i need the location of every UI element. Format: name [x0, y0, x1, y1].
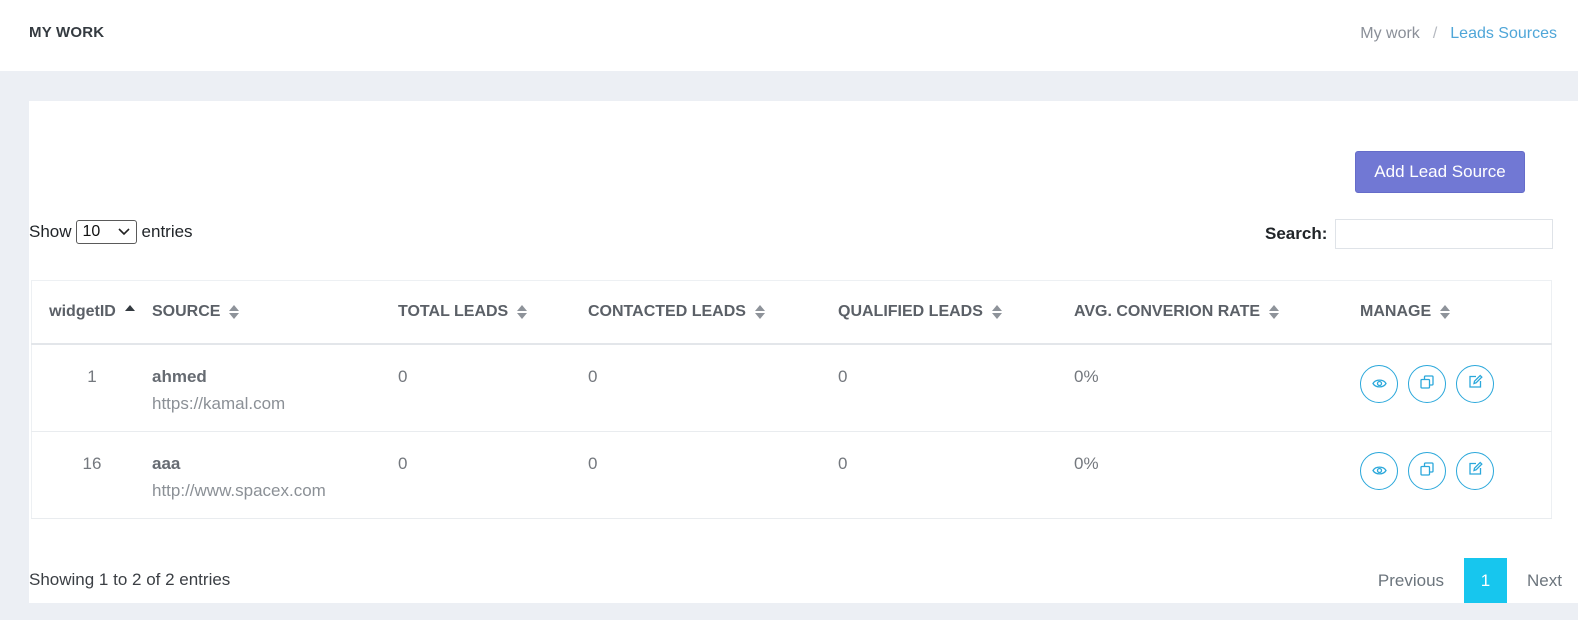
show-label: Show: [29, 222, 72, 241]
edit-icon: [1468, 461, 1483, 481]
sort-ascending-icon: [124, 304, 135, 320]
row-actions: [1360, 432, 1551, 490]
pagination-next[interactable]: Next: [1511, 571, 1578, 591]
cell-source: ahmed https://kamal.com: [152, 344, 398, 432]
cell-qualified-leads: 0: [838, 431, 1074, 519]
column-label: QUALIFIED LEADS: [838, 303, 983, 320]
add-lead-source-button[interactable]: Add Lead Source: [1355, 151, 1525, 193]
breadcrumb-my-work[interactable]: My work: [1360, 25, 1420, 43]
column-label: SOURCE: [152, 303, 221, 320]
cell-source: aaa http://www.spacex.com: [152, 431, 398, 519]
source-url: https://kamal.com: [152, 394, 286, 413]
qualified-leads-value: 0: [838, 367, 848, 386]
conversion-rate-value: 0%: [1074, 454, 1099, 473]
view-button[interactable]: [1360, 365, 1398, 403]
copy-button[interactable]: [1408, 365, 1446, 403]
lead-sources-card: Add Lead Source Show 10 entries Search: …: [29, 101, 1578, 603]
edit-icon: [1468, 374, 1483, 394]
pagination-page-1[interactable]: 1: [1464, 558, 1508, 603]
source-url: http://www.spacex.com: [152, 481, 326, 500]
cell-total-leads: 0: [398, 431, 588, 519]
total-leads-value: 0: [398, 454, 408, 473]
table-info: Showing 1 to 2 of 2 entries: [29, 570, 231, 589]
cell-contacted-leads: 0: [588, 344, 838, 432]
total-leads-value: 0: [398, 367, 408, 386]
contacted-leads-value: 0: [588, 367, 598, 386]
edit-button[interactable]: [1456, 452, 1494, 490]
eye-icon: [1371, 461, 1387, 481]
contacted-leads-value: 0: [588, 454, 598, 473]
column-header-source[interactable]: SOURCE: [152, 280, 398, 345]
breadcrumb: My work / Leads Sources: [1360, 25, 1557, 43]
cell-manage: [1360, 431, 1552, 519]
entries-select-value: 10: [82, 223, 101, 240]
column-header-avg-conversion-rate[interactable]: AVG. CONVERION RATE: [1074, 280, 1360, 345]
cell-conversion-rate: 0%: [1074, 344, 1360, 432]
cell-qualified-leads: 0: [838, 344, 1074, 432]
left-gutter: [0, 71, 29, 620]
column-label: TOTAL LEADS: [398, 303, 509, 320]
page-title: MY WORK: [29, 24, 105, 41]
column-header-contacted-leads[interactable]: CONTACTED LEADS: [588, 280, 838, 345]
column-label: widgetID: [49, 303, 116, 320]
edit-button[interactable]: [1456, 365, 1494, 403]
column-header-qualified-leads[interactable]: QUALIFIED LEADS: [838, 280, 1074, 345]
view-button[interactable]: [1360, 452, 1398, 490]
cell-conversion-rate: 0%: [1074, 431, 1360, 519]
pagination: Previous 1 Next: [1362, 558, 1578, 603]
column-label: MANAGE: [1360, 303, 1432, 320]
cell-widget-id: 1: [31, 344, 152, 432]
entries-select[interactable]: 10: [75, 220, 137, 244]
sort-icon: [1269, 304, 1280, 320]
qualified-leads-value: 0: [838, 454, 848, 473]
table-header-row: widgetID SOURCE TOTAL LEADS CONTACTED LE…: [31, 280, 1552, 345]
copy-icon: [1420, 374, 1434, 394]
entries-length-control: Show 10 entries: [29, 220, 193, 244]
row-actions: [1360, 345, 1551, 403]
breadcrumb-separator: /: [1432, 25, 1438, 42]
lead-sources-table: widgetID SOURCE TOTAL LEADS CONTACTED LE…: [31, 280, 1552, 519]
column-label: CONTACTED LEADS: [588, 303, 746, 320]
breadcrumb-leads-sources: Leads Sources: [1450, 25, 1557, 42]
source-name: ahmed: [152, 367, 207, 386]
entries-label: entries: [141, 222, 193, 241]
cell-total-leads: 0: [398, 344, 588, 432]
cell-contacted-leads: 0: [588, 431, 838, 519]
top-bar: MY WORK My work / Leads Sources: [0, 0, 1578, 71]
column-header-total-leads[interactable]: TOTAL LEADS: [398, 280, 588, 345]
sort-icon: [229, 304, 240, 320]
widget-id-value: 16: [82, 454, 102, 473]
table-row: 1 ahmed https://kamal.com 0 0 0 0%: [31, 344, 1552, 432]
sort-icon: [517, 304, 528, 320]
conversion-rate-value: 0%: [1074, 367, 1099, 386]
eye-icon: [1371, 374, 1387, 394]
table-row: 16 aaa http://www.spacex.com 0 0 0 0%: [31, 431, 1552, 519]
cell-manage: [1360, 344, 1552, 432]
column-header-widgetid[interactable]: widgetID: [31, 280, 152, 345]
cell-widget-id: 16: [31, 431, 152, 519]
sort-icon: [754, 304, 765, 320]
source-name: aaa: [152, 454, 181, 473]
search-label: Search:: [1265, 224, 1328, 243]
pagination-previous[interactable]: Previous: [1362, 571, 1460, 591]
column-label: AVG. CONVERION RATE: [1074, 303, 1261, 320]
sort-icon: [991, 304, 1002, 320]
search-input[interactable]: [1335, 219, 1554, 249]
widget-id-value: 1: [87, 367, 97, 386]
copy-icon: [1420, 461, 1434, 481]
sort-icon: [1440, 304, 1451, 320]
column-header-manage[interactable]: MANAGE: [1360, 280, 1552, 345]
chevron-down-icon: [117, 225, 130, 239]
bottom-gutter: [0, 603, 1578, 620]
copy-button[interactable]: [1408, 452, 1446, 490]
search-control: Search:: [1265, 219, 1554, 249]
